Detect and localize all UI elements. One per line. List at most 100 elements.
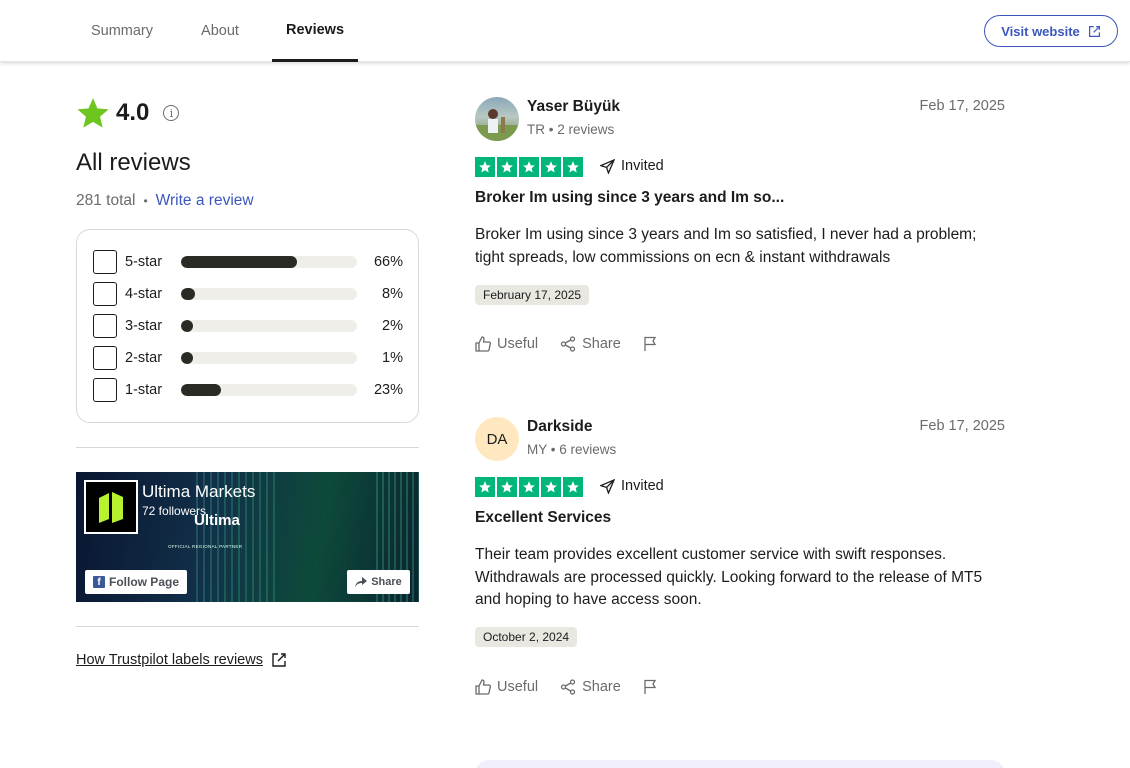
visit-website-label: Visit website: [1001, 23, 1080, 39]
all-reviews-heading: All reviews: [76, 149, 191, 176]
star-icon: [541, 477, 561, 497]
ultima-markets-logo: [84, 480, 138, 534]
review-body: Their team provides excellent customer s…: [475, 546, 983, 608]
reviewer-name[interactable]: Darkside: [527, 418, 592, 436]
tab-summary[interactable]: Summary: [76, 0, 168, 62]
distribution-label: 2-star: [125, 350, 163, 366]
checkbox-4-star[interactable]: [93, 282, 117, 306]
checkbox-1-star[interactable]: [93, 378, 117, 402]
send-icon: [600, 478, 615, 494]
thumbs-up-icon: [475, 336, 491, 352]
distribution-bar-fill: [181, 352, 193, 364]
distribution-bar-fill: [181, 288, 195, 300]
share-button[interactable]: Share: [560, 679, 621, 695]
useful-label: Useful: [497, 679, 539, 695]
facebook-page-name[interactable]: Ultima Markets: [142, 482, 255, 502]
checkbox-5-star[interactable]: [93, 250, 117, 274]
distribution-bar-fill: [181, 256, 297, 268]
checkbox-2-star[interactable]: [93, 346, 117, 370]
star-icon: [497, 477, 517, 497]
review-title[interactable]: Broker Im using since 3 years and Im so.…: [475, 189, 784, 207]
follow-page-button[interactable]: f Follow Page: [85, 570, 187, 594]
tab-about[interactable]: About: [186, 0, 254, 62]
distribution-percent: 8%: [382, 286, 403, 302]
distribution-label: 1-star: [125, 382, 163, 398]
review-date: Feb 17, 2025: [919, 418, 1005, 434]
divider: [76, 626, 419, 627]
info-icon[interactable]: i: [163, 105, 180, 121]
distribution-bar: [181, 256, 357, 268]
review-title[interactable]: Excellent Services: [475, 509, 611, 527]
star-icon: [475, 157, 495, 177]
facebook-icon: f: [92, 576, 105, 588]
distribution-bar: [181, 384, 357, 396]
invited-label: Invited: [621, 158, 664, 174]
distribution-row-2[interactable]: 2-star 1%: [93, 346, 403, 370]
facebook-page-widget[interactable]: Ultima Markets 72 followers Ultima OFFIC…: [76, 472, 419, 602]
next-review-card: [475, 760, 1005, 768]
facebook-share-label: Share: [371, 576, 402, 588]
labels-link-text: How Trustpilot labels reviews: [76, 652, 263, 668]
distribution-label: 4-star: [125, 286, 163, 302]
reviewer-name[interactable]: Yaser Büyük: [527, 98, 620, 116]
distribution-row-4[interactable]: 4-star 8%: [93, 282, 403, 306]
tab-reviews[interactable]: Reviews: [272, 0, 358, 62]
flag-icon: [644, 679, 656, 694]
reviewer-avatar[interactable]: DA: [475, 417, 519, 461]
distribution-percent: 1%: [382, 350, 403, 366]
star-distribution-filter: 5-star 66% 4-star 8% 3-star 2% 2-star 1%…: [76, 229, 419, 423]
star-icon: [541, 157, 561, 177]
reviewer-avatar[interactable]: [475, 97, 519, 141]
useful-button[interactable]: Useful: [475, 679, 538, 695]
review-body: Broker Im using since 3 years and Im so …: [475, 226, 977, 266]
star-icon: [519, 477, 539, 497]
facebook-share-button[interactable]: Share: [347, 570, 410, 594]
experience-date-badge: October 2, 2024: [475, 627, 578, 647]
flag-icon: [644, 336, 656, 351]
distribution-row-3[interactable]: 3-star 2%: [93, 314, 403, 338]
banner-partner-text: OFFICIAL REGIONAL PARTNER: [168, 544, 243, 549]
share-icon: [560, 679, 576, 695]
review-date: Feb 17, 2025: [919, 98, 1005, 114]
reviewer-meta: TR • 2 reviews: [527, 122, 615, 137]
rating-summary: 4.0 i: [76, 96, 180, 130]
star-icon: [475, 477, 495, 497]
visit-website-button[interactable]: Visit website: [984, 15, 1118, 47]
star-icon: [519, 157, 539, 177]
useful-button[interactable]: Useful: [475, 336, 538, 352]
distribution-row-5[interactable]: 5-star 66%: [93, 250, 403, 274]
share-arrow-icon: [355, 577, 368, 587]
divider: [76, 447, 419, 448]
distribution-percent: 2%: [382, 318, 403, 334]
review-card: DA Darkside MY • 6 reviews Feb 17, 2025 …: [475, 417, 1005, 707]
report-button[interactable]: [643, 336, 659, 352]
review-actions: Useful Share: [475, 336, 659, 352]
follow-page-label: Follow Page: [108, 575, 179, 589]
write-review-link[interactable]: Write a review: [156, 192, 254, 210]
share-label: Share: [582, 336, 621, 352]
share-icon: [560, 336, 576, 352]
reviews-total: 281 total: [76, 192, 136, 209]
review-actions: Useful Share: [475, 679, 659, 695]
review-star-rating: [475, 477, 583, 497]
distribution-row-1[interactable]: 1-star 23%: [93, 378, 403, 402]
share-button[interactable]: Share: [560, 336, 621, 352]
invited-badge[interactable]: Invited: [600, 478, 664, 494]
distribution-label: 3-star: [125, 318, 163, 334]
share-label: Share: [582, 679, 621, 695]
send-icon: [600, 158, 615, 174]
star-icon: [563, 477, 583, 497]
distribution-bar-fill: [181, 320, 193, 332]
report-button[interactable]: [643, 679, 659, 695]
review-star-rating: [475, 157, 583, 177]
invited-label: Invited: [621, 478, 664, 494]
external-link-icon: [272, 653, 286, 667]
distribution-bar: [181, 288, 357, 300]
how-trustpilot-labels-link[interactable]: How Trustpilot labels reviews: [76, 652, 287, 668]
rating-star-icon: [76, 96, 110, 130]
checkbox-3-star[interactable]: [93, 314, 117, 338]
external-link-icon: [1088, 25, 1100, 37]
thumbs-up-icon: [475, 679, 491, 695]
invited-badge[interactable]: Invited: [600, 158, 664, 174]
star-icon: [497, 157, 517, 177]
